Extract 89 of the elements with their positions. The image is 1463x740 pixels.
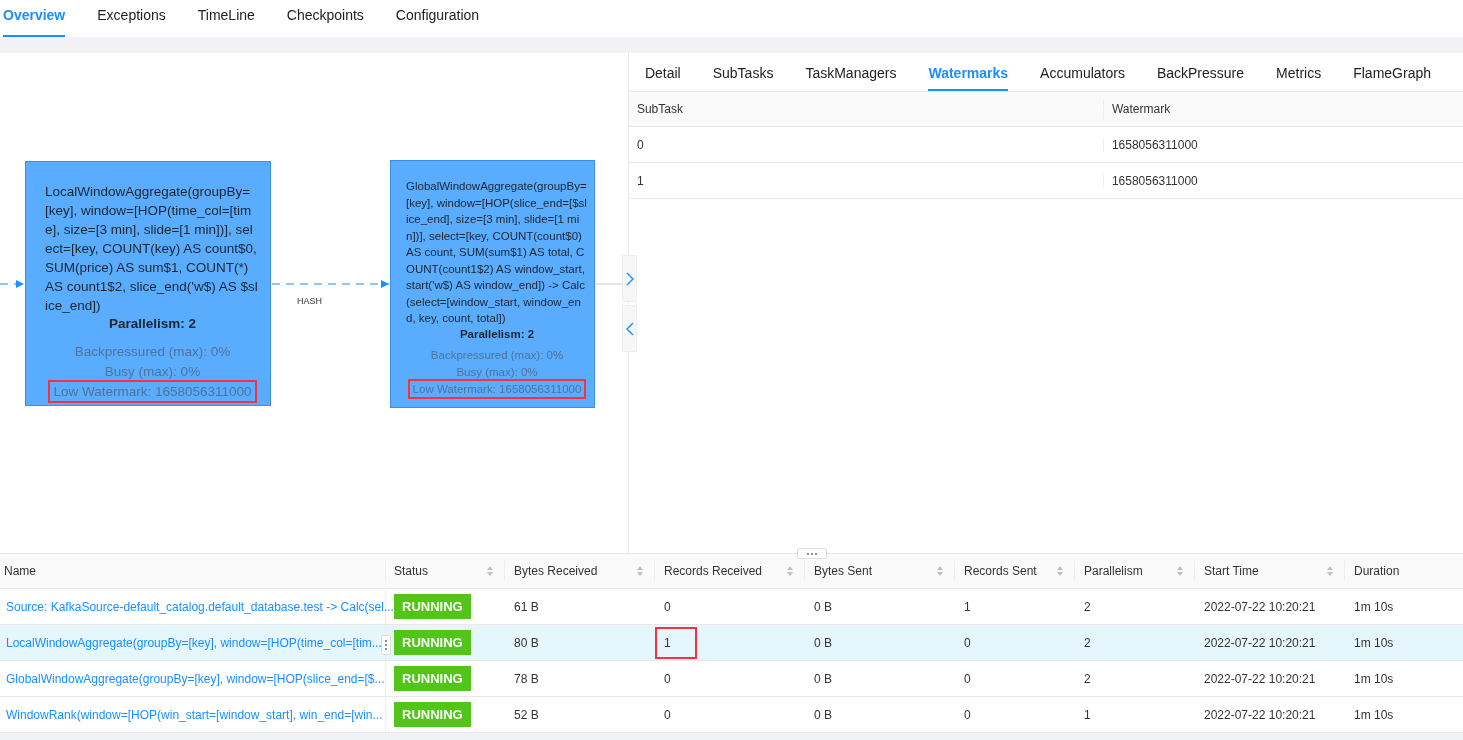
tab[interactable]: TimeLine [197,0,255,37]
sort-icon[interactable] [786,565,794,577]
node-metric: Low Watermark: 1658056311000 [48,380,257,403]
table-cell-text: 0 B [813,670,833,688]
table-cell: 0 [628,137,1104,152]
table-cell-text: 2 [1083,670,1092,688]
tab[interactable]: Detail [644,53,681,91]
table-cell: 1 [628,173,1104,188]
table-cell-text: 0 [963,670,972,688]
sort-icon[interactable] [1056,565,1064,577]
column-header: Records Received [664,564,763,578]
chevron-right-icon [624,270,635,287]
node-description: LocalWindowAggregate(groupBy=[key], window=[HOP(time_col=[time], size=[3 min], slide=[1 min])], select=[key, COUNT(key) AS count$0, SUM(price) AS sum$1, COUNT(*) AS count1$2, slice_end('w$) AS $slice_end]) [45,183,259,315]
column-header: Records Sent [964,564,1037,578]
table-cell-text: 61 B [513,598,540,616]
column-header: Name [4,564,36,578]
edge-arrow [0,280,25,288]
edge-label: HASH [297,296,322,306]
resize-handle[interactable] [797,548,827,559]
column-header: Bytes Sent [814,564,873,578]
tab[interactable]: Checkpoints [286,0,364,37]
table-cell-text: 1 [963,598,972,616]
graph-node[interactable] [390,160,595,408]
table-cell-text: 1658056311000 [1110,173,1198,188]
graph-node[interactable] [25,161,271,406]
table-cell-text: 0 [963,706,972,724]
node-metric: Backpressured (max): 0% [73,343,232,361]
column-header: Parallelism [1084,564,1143,578]
table-cell-text: 1m 10s [1353,634,1395,652]
node-metric: Low Watermark: 1658056311000 [407,378,587,399]
status-badge: RUNNING [394,594,471,619]
table-cell-text: 0 [663,670,672,688]
chevron-left-icon [624,320,635,337]
table-cell-text: 80 B [513,634,540,652]
table-cell-text: 52 B [513,706,540,724]
node-description: GlobalWindowAggregate(groupBy=[key], window=[HOP(slice_end=[$slice_end], size=[3 min], slide=[1 min])], select=[key, COUNT(count$0) AS count, SUM(sum$1) AS total, COUNT(count1$2) AS window_start, start('w$) AS window_end]) -> Calc(select=[window_start, window_end, key, count, total]) [406,179,588,326]
dots-icon [806,551,818,556]
table-cell-text: 1m 10s [1353,598,1395,616]
table-cell-text: 1m 10s [1353,670,1395,688]
table-cell-text: 0 B [813,598,833,616]
table-cell-text: 2022-07-22 10:20:21 [1203,634,1317,652]
column-header: Start Time [1204,564,1259,578]
sort-icon[interactable] [1326,565,1334,577]
panel-toggle-button[interactable] [622,305,637,352]
tab[interactable]: Exceptions [97,0,166,37]
column-header: Bytes Received [514,564,598,578]
tab[interactable]: BackPressure [1156,53,1245,91]
dots-icon [384,639,388,651]
table-cell-text: 1 [1083,706,1092,724]
table-cell-text: 0 B [813,634,833,652]
tab[interactable]: TaskManagers [805,53,897,91]
node-metric: Busy (max): 0% [455,364,539,380]
table-cell-text: 1658056311000 [1110,137,1198,152]
tab[interactable]: Configuration [395,0,480,37]
tab[interactable]: SubTasks [712,53,774,91]
table-row[interactable]: GlobalWindowAggregate(groupBy=[key], window=[HOP(slice_end=[$... RUNNING 78 B 0 0 B 0 2 2022-07-22 10:20:21 1m 10s [0,661,1463,697]
table-cell-text: 2022-07-22 10:20:21 [1203,670,1317,688]
table-cell-text: 78 B [513,670,540,688]
status-badge: RUNNING [394,702,471,727]
column-header: Status [394,564,429,578]
node-metric: Backpressured (max): 0% [429,347,565,363]
column-header: Watermark [1110,102,1171,116]
sort-icon[interactable] [1176,565,1184,577]
table-cell-text: 2022-07-22 10:20:21 [1203,706,1317,724]
node-metric: Busy (max): 0% [103,363,202,381]
tab[interactable]: Accumulators [1040,53,1125,91]
column-header: SubTask [628,99,1104,119]
tab[interactable]: Metrics [1276,53,1322,91]
table-cell-text: 2022-07-22 10:20:21 [1203,598,1317,616]
node-parallelism: Parallelism: 2 [458,327,536,340]
sort-icon[interactable] [636,565,644,577]
table-cell-text: 2 [1083,634,1092,652]
table-cell-text: 1m 10s [1353,706,1395,724]
node-parallelism: Parallelism: 2 [107,316,198,331]
resize-handle[interactable] [381,635,391,655]
table-row[interactable]: LocalWindowAggregate(groupBy=[key], window=[HOP(time_col=[tim... RUNNING 80 B 1 0 B 0 2 2022-07-22 10:20:21 1m 10s [0,625,1463,661]
table-cell-text: 0 B [813,706,833,724]
sort-icon[interactable] [486,565,494,577]
status-badge: RUNNING [394,666,471,691]
status-badge: RUNNING [394,630,471,655]
table-cell: 1 [655,626,697,659]
table-cell-text: 2 [1083,598,1092,616]
table-cell-text: 0 [663,706,672,724]
column-header: Duration [1354,564,1400,578]
sort-icon[interactable] [936,565,944,577]
tab[interactable]: FlameGraph [1353,53,1431,91]
table-cell-text: 0 [963,634,972,652]
table-cell-text: 0 [663,598,672,616]
panel-toggle-button[interactable] [622,255,637,302]
